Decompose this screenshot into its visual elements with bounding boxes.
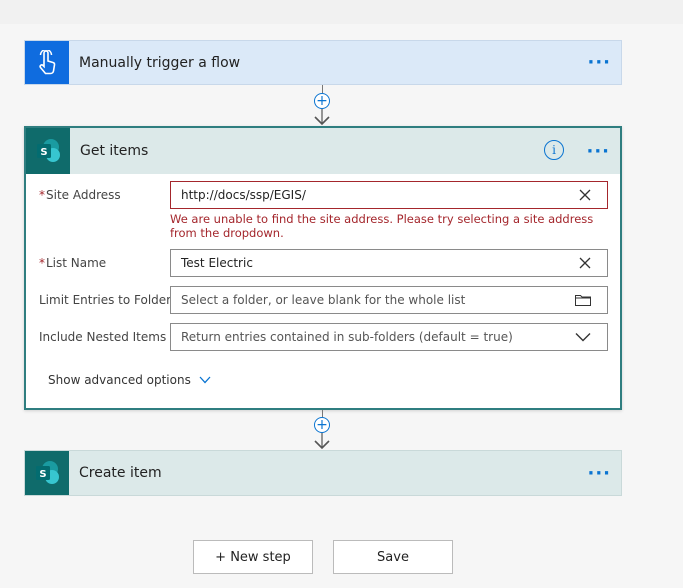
get-items-title: Get items (80, 143, 149, 159)
site-address-label: *Site Address (39, 188, 121, 202)
nested-items-value: Return entries contained in sub-folders … (181, 330, 513, 344)
nested-items-label: Include Nested Items (39, 330, 167, 344)
svg-text:S: S (39, 469, 46, 480)
new-step-button[interactable]: + New step (193, 540, 313, 574)
sharepoint-icon: S (25, 451, 69, 495)
get-items-header[interactable]: S Get items i ··· (26, 128, 620, 174)
trigger-card[interactable]: Manually trigger a flow ··· (24, 40, 622, 85)
step-connector: + (313, 410, 331, 451)
trigger-header[interactable]: Manually trigger a flow ··· (25, 41, 621, 84)
svg-text:S: S (40, 147, 47, 158)
create-item-header[interactable]: S Create item ··· (25, 451, 621, 495)
insert-step-icon[interactable]: + (314, 93, 330, 109)
connector-line (321, 410, 323, 417)
insert-step-icon[interactable]: + (314, 417, 330, 433)
clear-icon[interactable] (579, 182, 591, 208)
arrow-down-icon (314, 433, 330, 450)
site-address-label-text: Site Address (46, 188, 121, 202)
required-mark: * (39, 256, 45, 270)
limit-folder-input[interactable]: Select a folder, or leave blank for the … (170, 286, 608, 314)
chevron-down-icon[interactable] (575, 324, 591, 350)
create-item-card[interactable]: S Create item ··· (24, 450, 622, 496)
site-address-error: We are unable to find the site address. … (170, 212, 594, 240)
list-name-input[interactable]: Test Electric (170, 249, 608, 277)
site-address-input[interactable]: http://docs/ssp/EGIS/ (170, 181, 608, 209)
more-options-icon[interactable]: ··· (587, 41, 611, 84)
clear-icon[interactable] (579, 250, 591, 276)
trigger-title: Manually trigger a flow (79, 54, 241, 71)
more-options-icon[interactable]: ··· (587, 451, 611, 495)
get-items-card[interactable]: S Get items i ··· *Site Address http://d… (24, 126, 622, 410)
step-connector: + (313, 85, 331, 127)
create-item-title: Create item (79, 465, 162, 481)
limit-folder-label: Limit Entries to Folder (39, 293, 172, 307)
list-name-label-text: List Name (46, 256, 107, 270)
list-name-label: *List Name (39, 256, 106, 270)
top-band (0, 0, 683, 24)
limit-folder-placeholder: Select a folder, or leave blank for the … (181, 293, 466, 307)
list-name-value: Test Electric (181, 256, 253, 270)
arrow-down-icon (314, 109, 330, 126)
chevron-down-icon (199, 374, 211, 387)
required-mark: * (39, 188, 45, 202)
site-address-value: http://docs/ssp/EGIS/ (181, 188, 306, 202)
folder-icon[interactable] (575, 287, 591, 313)
nested-items-select[interactable]: Return entries contained in sub-folders … (170, 323, 608, 351)
save-button[interactable]: Save (333, 540, 453, 574)
touch-hand-icon (25, 41, 69, 84)
more-options-icon[interactable]: ··· (586, 128, 610, 174)
connector-line (321, 85, 323, 93)
sharepoint-icon: S (26, 128, 70, 174)
show-advanced-label: Show advanced options (48, 373, 191, 387)
info-icon[interactable]: i (544, 140, 564, 160)
show-advanced-options[interactable]: Show advanced options (48, 373, 211, 387)
